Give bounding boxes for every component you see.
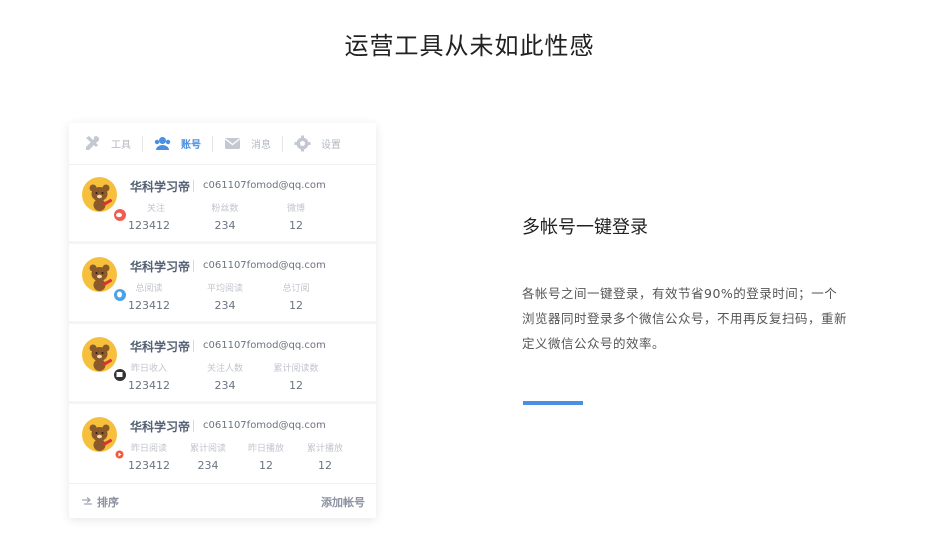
sort-label: 排序	[97, 495, 119, 509]
avatar	[82, 257, 127, 302]
stat-label: 微博	[286, 204, 305, 214]
tab-label: 设置	[321, 140, 341, 151]
tab-accounts[interactable]: 账号	[154, 136, 201, 151]
feature-title: 多帐号一键登录	[522, 217, 648, 238]
stat-value: 234	[214, 379, 236, 392]
bear-avatar-icon	[89, 424, 113, 451]
add-account-button[interactable]: 添加帐号	[321, 494, 365, 510]
bear-avatar-icon	[89, 184, 113, 211]
feature-description: 各帐号之间一键登录，有效节省90%的登录时间；一个浏览器同时登录多个微信公众号，…	[522, 286, 848, 351]
tab-divider	[212, 135, 213, 152]
stat-value: 123412	[128, 299, 170, 312]
account-email: c061107fomod@qq.com	[203, 260, 326, 271]
stat-label: 粉丝数	[211, 204, 239, 214]
name-divider	[193, 420, 194, 432]
tab-settings[interactable]: 设置	[294, 135, 341, 152]
bear-avatar-icon	[89, 264, 113, 291]
avatar	[82, 337, 127, 382]
tab-bar: 工具 账号 消息 设置	[69, 123, 376, 165]
bear-avatar-icon	[89, 344, 113, 371]
stat-value: 12	[259, 459, 273, 472]
tab-label: 消息	[251, 140, 271, 151]
users-icon	[154, 137, 171, 150]
tab-divider	[142, 135, 143, 152]
tab-label: 账号	[181, 140, 201, 151]
stat-value: 12	[289, 219, 303, 232]
account-card[interactable]: 华科学习帝 c061107fomod@qq.com 昨日阅读 累计阅读 昨日播放…	[69, 406, 376, 484]
gear-icon	[294, 135, 311, 152]
stat-value: 12	[289, 299, 303, 312]
tab-divider	[282, 135, 283, 152]
stat-value: 123412	[128, 379, 170, 392]
feature-accent-bar	[523, 401, 583, 405]
account-card[interactable]: 华科学习帝 c061107fomod@qq.com 昨日收入 关注人数 累计阅读…	[69, 326, 376, 404]
account-name: 华科学习帝	[130, 340, 191, 354]
account-card[interactable]: 华科学习帝 c061107fomod@qq.com 总阅读 平均阅读 总订阅 1…	[69, 246, 376, 324]
account-email: c061107fomod@qq.com	[203, 340, 326, 351]
account-name: 华科学习帝	[130, 180, 191, 194]
account-email: c061107fomod@qq.com	[203, 180, 326, 191]
account-email: c061107fomod@qq.com	[203, 420, 326, 431]
stat-value: 12	[289, 379, 303, 392]
tab-tools[interactable]: 工具	[84, 135, 131, 152]
stat-label: 累计播放	[306, 444, 343, 454]
stat-label: 累计阅读数	[273, 364, 319, 374]
stat-label: 昨日收入	[130, 364, 167, 374]
page-title: 运营工具从未如此性感	[344, 32, 595, 60]
tab-label: 工具	[111, 140, 131, 151]
stat-label: 总阅读	[135, 284, 163, 294]
account-name: 华科学习帝	[130, 420, 191, 434]
stat-label: 关注人数	[206, 364, 243, 374]
stat-value: 123412	[128, 219, 170, 232]
stat-label: 关注	[146, 204, 165, 214]
tab-messages[interactable]: 消息	[224, 136, 271, 151]
account-manager-panel: 工具 账号 消息 设置 华科学习帝 c061107fomod@qq.com 关注…	[69, 123, 376, 518]
sort-icon	[82, 496, 92, 505]
name-divider	[193, 260, 194, 272]
stat-label: 平均阅读	[206, 284, 243, 294]
account-card[interactable]: 华科学习帝 c061107fomod@qq.com 关注 粉丝数 微博 1234…	[69, 166, 376, 244]
avatar	[82, 417, 127, 462]
stat-label: 昨日阅读	[130, 444, 167, 454]
name-divider	[193, 340, 194, 352]
message-icon	[225, 137, 240, 149]
stat-value: 234	[197, 459, 219, 472]
stat-label: 总订阅	[282, 284, 310, 294]
stat-value: 12	[318, 459, 332, 472]
stat-value: 234	[214, 219, 236, 232]
avatar	[82, 177, 127, 222]
stat-label: 昨日播放	[247, 444, 284, 454]
sort-button[interactable]: 排序	[81, 494, 119, 510]
stat-value: 123412	[128, 459, 170, 472]
tools-icon	[86, 136, 100, 150]
panel-footer: 排序 添加帐号	[69, 485, 376, 518]
account-name: 华科学习帝	[130, 260, 191, 274]
stat-value: 234	[214, 299, 236, 312]
name-divider	[193, 180, 194, 192]
stat-label: 累计阅读	[189, 444, 226, 454]
